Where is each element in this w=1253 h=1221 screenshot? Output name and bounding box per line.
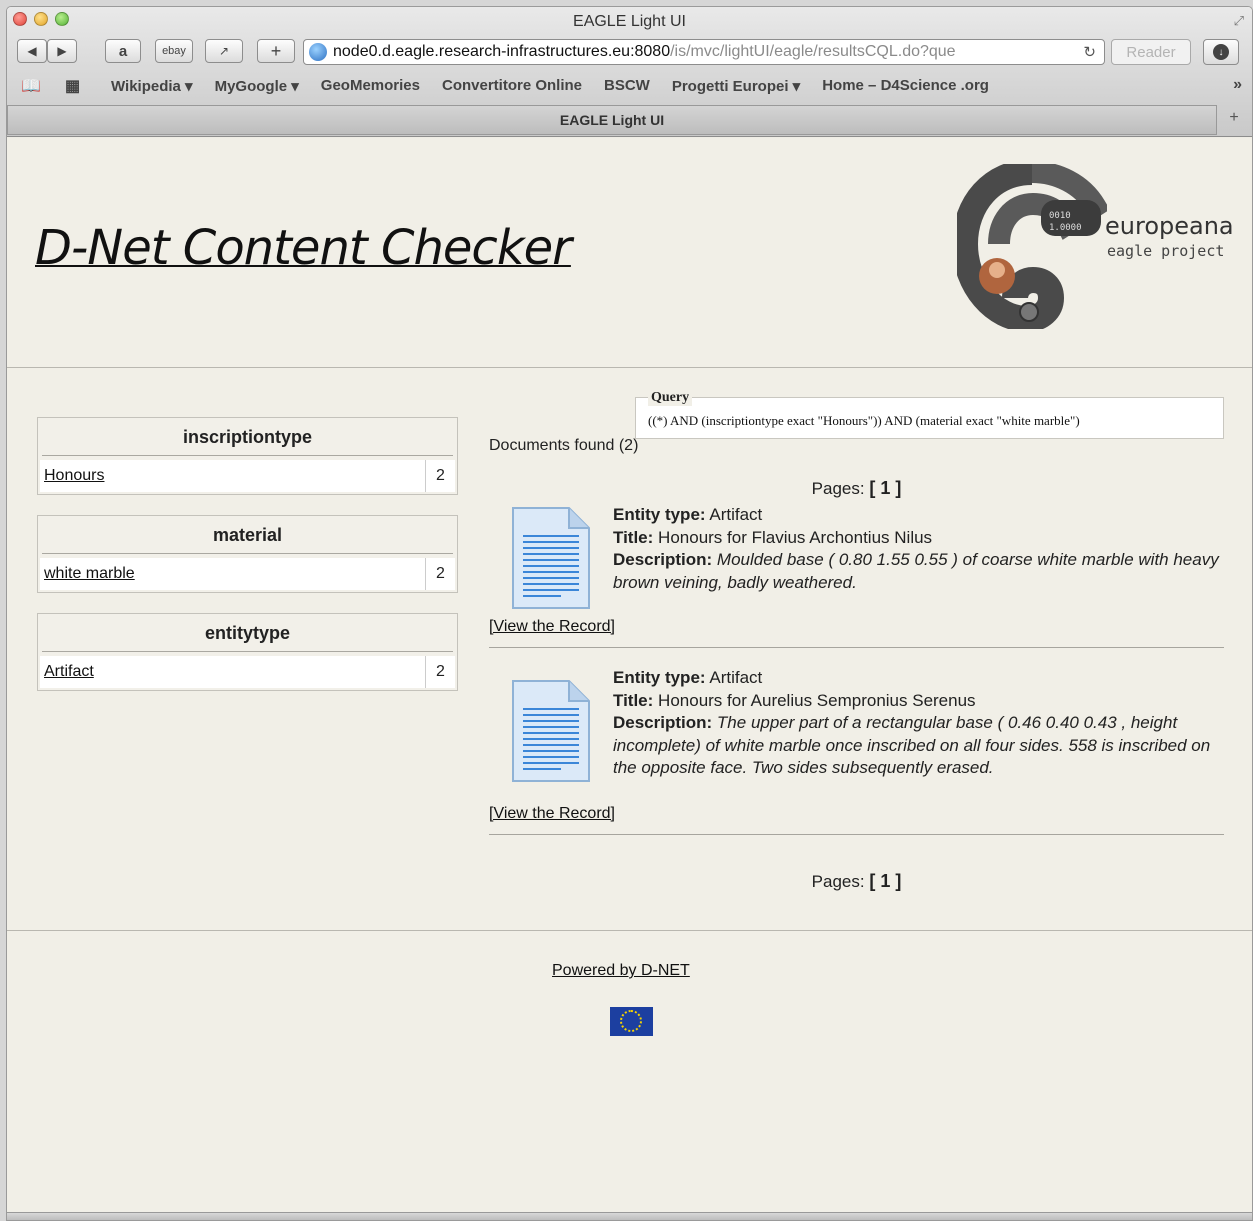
reading-list-icon[interactable]: 📖 [21, 76, 41, 96]
back-button[interactable]: ◀ [17, 39, 47, 63]
reload-icon[interactable]: ↻ [1083, 43, 1096, 61]
view-record-link[interactable]: [View the Record] [489, 618, 615, 636]
ebay-bookmark-button[interactable]: ebay [155, 39, 193, 63]
facet-value-link[interactable]: Honours [40, 467, 425, 485]
facet-row: Honours 2 [40, 460, 455, 492]
tab-strip: EAGLE Light UI + [7, 105, 1252, 137]
facet-count: 2 [425, 460, 455, 492]
document-icon [512, 680, 590, 782]
tab-eagle-light-ui[interactable]: EAGLE Light UI [7, 105, 1217, 135]
bookmark-item[interactable]: Progetti Europei ▾ [672, 77, 800, 95]
reader-button[interactable]: Reader [1111, 39, 1191, 65]
title-label: Title: [613, 690, 654, 710]
page-link[interactable]: [ 1 ] [869, 871, 901, 891]
result-details: Entity type: Artifact Title: Honours for… [613, 667, 1224, 780]
entity-type-value: Artifact [709, 668, 763, 687]
bookmark-item[interactable]: GeoMemories [321, 77, 420, 95]
address-bar[interactable]: node0.d.eagle.research-infrastructures.e… [303, 39, 1105, 65]
powered-by-link[interactable]: Powered by D-NET [552, 962, 690, 980]
amazon-bookmark-button[interactable]: a [105, 39, 141, 63]
page-title[interactable]: D-Net Content Checker [35, 220, 572, 276]
title-bar: EAGLE Light UI ⤢ [7, 7, 1252, 35]
facet-value-link[interactable]: Artifact [40, 663, 425, 681]
bookmark-item[interactable]: Home – D4Science .org [822, 77, 989, 95]
new-tab-button[interactable]: + [1220, 109, 1248, 131]
bookmarks-bar: 📖 ▦ Wikipedia ▾ MyGoogle ▾ GeoMemories C… [7, 71, 1252, 101]
documents-found-count: Documents found (2) [489, 437, 639, 454]
svg-text:1.0000: 1.0000 [1049, 223, 1082, 233]
page-content: D-Net Content Checker 0010 1.0000 europe… [7, 138, 1252, 1220]
site-header: D-Net Content Checker 0010 1.0000 europe… [7, 138, 1252, 368]
entity-type-label: Entity type: [613, 505, 706, 524]
result-details: Entity type: Artifact Title: Honours for… [613, 504, 1224, 594]
document-icon [512, 507, 590, 609]
browser-toolbar: ◀ ▶ a ebay ↗ + node0.d.eagle.research-in… [7, 35, 1252, 71]
query-legend: Query [648, 390, 693, 406]
bookmark-item[interactable]: Convertitore Online [442, 77, 582, 95]
share-button[interactable]: ↗ [205, 39, 243, 63]
result-separator [489, 647, 1224, 648]
url-host: node0.d.eagle.research-infrastructures.e… [333, 43, 671, 60]
query-text: ((*) AND (inscriptiontype exact "Honours… [648, 413, 1080, 428]
forward-button[interactable]: ▶ [47, 39, 77, 63]
result-title: Honours for Flavius Archontius Nilus [658, 527, 933, 547]
more-bookmarks-chevron-icon[interactable]: » [1233, 76, 1242, 94]
url-path: /is/mvc/lightUI/eagle/resultsCQL.do?que [670, 43, 956, 60]
facet-material: material white marble 2 [37, 515, 458, 593]
facet-value-link[interactable]: white marble [40, 565, 425, 583]
entity-type-value: Artifact [709, 505, 763, 524]
result-separator [489, 834, 1224, 835]
add-bookmark-button[interactable]: + [257, 39, 295, 63]
globe-icon [309, 43, 327, 61]
top-sites-icon[interactable]: ▦ [65, 76, 80, 96]
entity-type-label: Entity type: [613, 668, 706, 687]
title-label: Title: [613, 527, 654, 547]
page-link[interactable]: [ 1 ] [869, 478, 901, 498]
browser-chrome: EAGLE Light UI ⤢ ◀ ▶ a ebay ↗ + node0.d.… [7, 7, 1252, 137]
footer-divider [7, 930, 1252, 931]
svg-text:0010: 0010 [1049, 211, 1071, 221]
description-label: Description: [613, 713, 713, 732]
eu-flag-icon [610, 1007, 653, 1036]
download-icon: ↓ [1213, 44, 1229, 60]
facet-title: entitytype [42, 614, 453, 652]
pages-label: Pages: [811, 872, 865, 891]
facet-count: 2 [425, 656, 455, 688]
facet-count: 2 [425, 558, 455, 590]
logo-europeana-text: europeana [1105, 212, 1234, 240]
bookmark-item[interactable]: Wikipedia ▾ [111, 77, 193, 95]
fullscreen-icon[interactable]: ⤢ [1234, 13, 1244, 29]
logo-eagle-project-text: eagle project [1107, 242, 1225, 260]
europeana-eagle-logo: 0010 1.0000 europeana eagle project [951, 159, 1237, 333]
downloads-button[interactable]: ↓ [1203, 39, 1239, 65]
facet-row: Artifact 2 [40, 656, 455, 688]
facet-entitytype: entitytype Artifact 2 [37, 613, 458, 691]
browser-window: EAGLE Light UI ⤢ ◀ ▶ a ebay ↗ + node0.d.… [6, 6, 1253, 1221]
pages-label: Pages: [811, 479, 865, 498]
bookmark-item[interactable]: MyGoogle ▾ [215, 77, 299, 95]
query-box: Query ((*) AND (inscriptiontype exact "H… [635, 390, 1224, 439]
result-title: Honours for Aurelius Sempronius Serenus [658, 690, 976, 710]
window-title: EAGLE Light UI [573, 13, 686, 30]
facet-inscriptiontype: inscriptiontype Honours 2 [37, 417, 458, 495]
facet-row: white marble 2 [40, 558, 455, 590]
facet-title: material [42, 516, 453, 554]
eagle-logo-icon: 0010 1.0000 [951, 159, 1110, 333]
bookmark-list: Wikipedia ▾ MyGoogle ▾ GeoMemories Conve… [111, 77, 989, 95]
window-bottom-bar [7, 1212, 1252, 1220]
bookmark-item[interactable]: BSCW [604, 77, 650, 95]
facet-title: inscriptiontype [42, 418, 453, 456]
description-label: Description: [613, 550, 713, 569]
view-record-link[interactable]: [View the Record] [489, 805, 615, 823]
